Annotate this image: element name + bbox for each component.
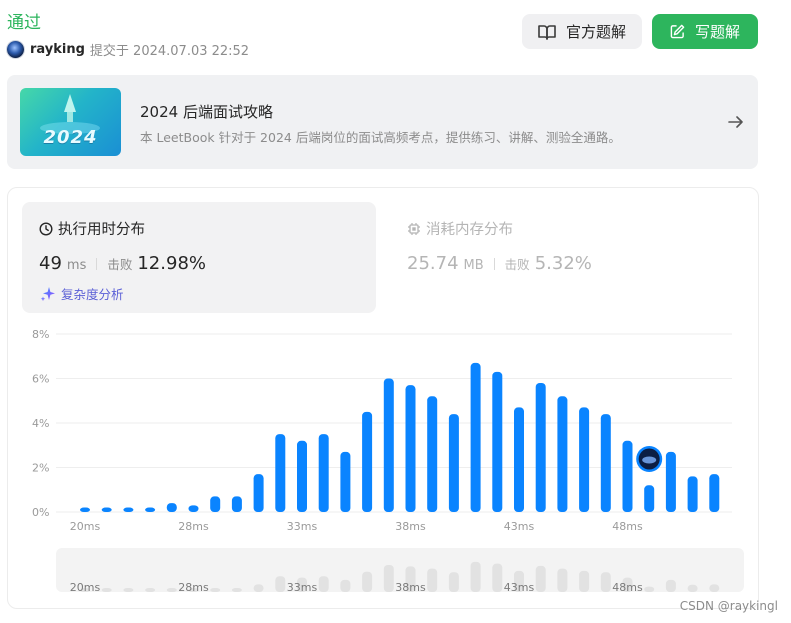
chart-bar bbox=[80, 507, 90, 512]
overview-bar bbox=[600, 572, 611, 592]
chart-bar bbox=[253, 474, 264, 512]
overview-tick-label: 48ms bbox=[612, 581, 643, 594]
overview-bar bbox=[362, 571, 373, 592]
overview-bar bbox=[644, 586, 655, 592]
overview-tick-label: 20ms bbox=[70, 581, 101, 594]
overview-bar bbox=[687, 584, 698, 592]
overview-bar bbox=[492, 563, 503, 592]
overview-bar bbox=[579, 570, 590, 592]
chart-bar bbox=[297, 440, 307, 512]
overview-bar bbox=[275, 576, 286, 592]
chart-bar bbox=[665, 451, 676, 512]
overview-bar bbox=[210, 588, 221, 592]
chart-bar bbox=[448, 414, 459, 512]
overview-tick-label: 43ms bbox=[504, 581, 535, 594]
x-tick-label: 20ms bbox=[70, 520, 101, 533]
chart-bar bbox=[709, 474, 720, 512]
overview-tick-label: 28ms bbox=[178, 581, 209, 594]
watermark: CSDN @raykingl bbox=[679, 599, 778, 613]
overview-bar bbox=[166, 588, 177, 592]
overview-tick-label: 38ms bbox=[395, 581, 426, 594]
chart-bar bbox=[340, 451, 351, 512]
x-tick-label: 48ms bbox=[612, 520, 643, 533]
chart-bar bbox=[492, 371, 503, 512]
y-tick-label: 4% bbox=[32, 417, 49, 430]
overview-bar bbox=[101, 588, 112, 592]
chart-bar bbox=[514, 407, 524, 512]
chart-bar bbox=[383, 378, 394, 512]
overview-tick-label: 33ms bbox=[287, 581, 318, 594]
chart-bar bbox=[275, 434, 286, 512]
chart-bar bbox=[600, 414, 611, 512]
chart-bar bbox=[188, 505, 199, 512]
y-tick-label: 2% bbox=[32, 462, 49, 475]
chart-bar bbox=[318, 434, 329, 512]
chart-bar bbox=[210, 496, 221, 512]
x-tick-label: 33ms bbox=[287, 520, 318, 533]
overview-bar bbox=[557, 568, 568, 592]
overview-bar bbox=[665, 579, 676, 592]
chart-bar bbox=[145, 507, 156, 512]
chart-bar bbox=[470, 362, 481, 512]
overview-bar bbox=[448, 572, 459, 592]
chart-bar bbox=[687, 476, 698, 512]
overview-bar bbox=[535, 565, 546, 592]
x-tick-label: 28ms bbox=[178, 520, 209, 533]
chart-bar bbox=[427, 396, 438, 512]
y-tick-label: 6% bbox=[32, 373, 49, 386]
overview-bar bbox=[383, 565, 394, 592]
runtime-distribution-chart[interactable]: 8% 6% 4% 2% 0% 20ms 28ms 33ms 38ms 43ms 48ms 20ms 28… bbox=[0, 0, 791, 623]
chart-bar bbox=[405, 385, 416, 512]
y-tick-label: 0% bbox=[32, 506, 49, 519]
chart-bar bbox=[101, 507, 112, 512]
chart-bar bbox=[535, 382, 546, 512]
overview-bar bbox=[123, 588, 134, 592]
overview-bar bbox=[470, 561, 481, 592]
overview-bar bbox=[427, 568, 438, 592]
chart-bar bbox=[579, 407, 590, 512]
y-tick-label: 8% bbox=[32, 328, 49, 341]
chart-bar bbox=[644, 485, 655, 512]
overview-bar bbox=[318, 576, 329, 592]
overview-bar bbox=[709, 584, 720, 592]
chart-bar bbox=[622, 440, 633, 512]
chart-bar bbox=[557, 396, 568, 512]
chart-bar bbox=[362, 411, 373, 512]
x-tick-label: 43ms bbox=[504, 520, 535, 533]
x-tick-label: 38ms bbox=[395, 520, 426, 533]
marker-avatar-glow bbox=[642, 456, 657, 464]
overview-bar bbox=[231, 588, 242, 592]
current-position-marker bbox=[636, 446, 663, 472]
chart-bar bbox=[231, 496, 242, 512]
chart-bar bbox=[166, 503, 177, 512]
overview-bar bbox=[340, 579, 351, 592]
overview-bar bbox=[253, 584, 264, 592]
chart-bar bbox=[123, 507, 134, 512]
overview-bar bbox=[145, 588, 156, 592]
